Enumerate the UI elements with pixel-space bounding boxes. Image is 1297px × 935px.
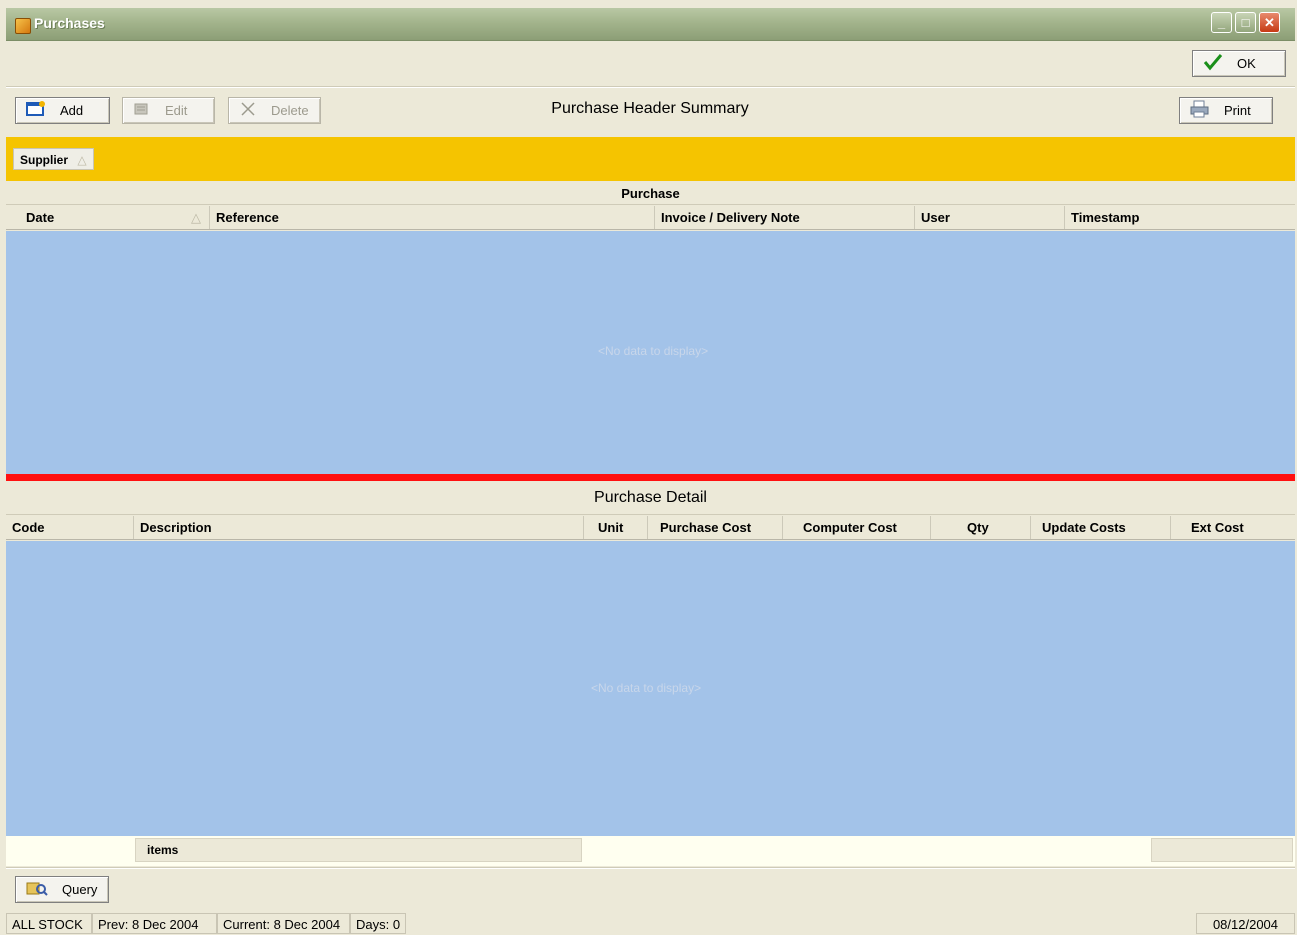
add-record-icon [26, 101, 46, 120]
column-header-unit[interactable]: Unit [584, 516, 648, 539]
purchase-detail-grid[interactable]: <No data to display> [6, 541, 1295, 836]
status-system-date: 08/12/2004 [1196, 913, 1295, 934]
purchase-detail-header: Purchase Detail [6, 483, 1295, 515]
column-header-update-costs[interactable]: Update Costs [1031, 516, 1171, 539]
sort-ascending-icon: △ [77, 153, 87, 167]
ok-button[interactable]: OK [1192, 50, 1286, 77]
column-header-description[interactable]: Description [134, 516, 584, 539]
column-header-reference[interactable]: Reference [210, 206, 655, 229]
column-header-code[interactable]: Code [6, 516, 134, 539]
column-header-user[interactable]: User [915, 206, 1065, 229]
column-header-date[interactable]: Date △ [20, 206, 210, 229]
column-header-qty[interactable]: Qty [931, 516, 1031, 539]
column-header-ext-cost[interactable]: Ext Cost [1171, 516, 1295, 539]
detail-grid-column-headers: Code Description Unit Purchase Cost Comp… [6, 516, 1295, 540]
print-button[interactable]: Print [1179, 97, 1273, 124]
query-icon [26, 880, 48, 899]
status-bar: ALL STOCK Prev: 8 Dec 2004 Current: 8 De… [6, 913, 1295, 934]
column-header-computer-cost[interactable]: Computer Cost [783, 516, 931, 539]
column-header-invoice-delivery-note[interactable]: Invoice / Delivery Note [655, 206, 915, 229]
column-header-timestamp[interactable]: Timestamp [1065, 206, 1295, 229]
close-button[interactable]: ✕ [1259, 12, 1280, 33]
checkmark-icon [1203, 53, 1223, 74]
group-by-supplier-chip[interactable]: Supplier △ [13, 148, 94, 170]
no-data-message: <No data to display> [591, 681, 702, 695]
page-title: Purchase Header Summary [551, 100, 749, 117]
edit-button[interactable]: Edit [122, 97, 215, 124]
column-header-purchase-cost[interactable]: Purchase Cost [648, 516, 783, 539]
status-store: ALL STOCK [6, 913, 92, 934]
ok-label: OK [1237, 56, 1256, 71]
header-grid-column-headers: Date △ Reference Invoice / Delivery Note… [6, 206, 1295, 230]
items-count-cell: items [135, 838, 582, 862]
sort-ascending-icon: △ [191, 209, 201, 225]
query-label: Query [62, 882, 98, 897]
printer-icon [1190, 100, 1210, 121]
delete-label: Delete [271, 103, 309, 118]
minimize-button[interactable]: _ [1211, 12, 1232, 33]
delete-x-icon [239, 101, 257, 120]
edit-icon [133, 101, 151, 120]
purchase-band-header: Purchase [6, 182, 1295, 205]
column-header-date-label: Date [26, 210, 55, 225]
purchase-header-grid[interactable]: <No data to display> [6, 231, 1295, 474]
ext-cost-total-cell [1151, 838, 1293, 862]
app-icon [15, 18, 31, 34]
query-button[interactable]: Query [15, 876, 109, 903]
edit-label: Edit [165, 103, 188, 118]
supplier-label: Supplier [20, 153, 69, 167]
window-title: Purchases [34, 15, 105, 31]
toolbar-divider [6, 86, 1295, 88]
splitter-bar[interactable] [6, 474, 1295, 481]
delete-button[interactable]: Delete [228, 97, 321, 124]
purchase-band-title: Purchase [621, 186, 680, 201]
window-title-bar[interactable]: Purchases _ □ ✕ [6, 8, 1295, 41]
footer-divider [6, 867, 1295, 869]
maximize-button[interactable]: □ [1235, 12, 1256, 33]
status-current-date: Current: 8 Dec 2004 [217, 913, 350, 934]
print-label: Print [1224, 103, 1251, 118]
status-prev-date: Prev: 8 Dec 2004 [92, 913, 217, 934]
no-data-message: <No data to display> [598, 344, 709, 358]
status-days: Days: 0 [350, 913, 406, 934]
add-label: Add [60, 103, 84, 118]
group-by-panel[interactable] [6, 137, 1295, 181]
add-button[interactable]: Add [15, 97, 110, 124]
detail-summary-footer: items [6, 836, 1295, 866]
purchase-detail-title: Purchase Detail [594, 489, 707, 506]
